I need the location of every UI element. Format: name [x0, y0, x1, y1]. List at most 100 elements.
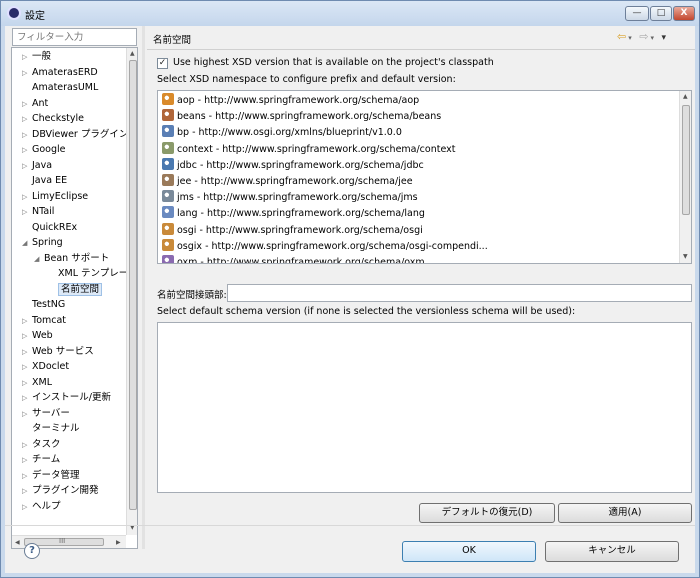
sidebar-item[interactable]: ▷ Ant	[22, 96, 48, 111]
sidebar-item[interactable]: ▷ 一般	[22, 49, 51, 64]
expand-arrow-icon[interactable]: ▷	[22, 159, 32, 174]
sidebar-item[interactable]: ▷ Web サービス	[22, 344, 94, 359]
minimize-button[interactable]: —	[625, 6, 649, 21]
sidebar-item[interactable]: ターミナル	[22, 421, 80, 436]
scroll-down-arrow-icon[interactable]: ▼	[683, 253, 688, 260]
expand-arrow-icon[interactable]: ▷	[22, 112, 32, 127]
sidebar-item[interactable]: ▷ インストール/更新	[22, 390, 111, 405]
apply-button[interactable]: 適用(A)	[558, 503, 692, 523]
sidebar-item[interactable]: ▷ LimyEclipse	[22, 189, 88, 204]
scroll-left-arrow-icon[interactable]: ◀	[15, 539, 20, 546]
expand-arrow-icon[interactable]: ▷	[22, 97, 32, 112]
namespace-item[interactable]: aop - http://www.springframework.org/sch…	[162, 93, 419, 108]
expand-arrow-icon[interactable]: ▷	[22, 205, 32, 220]
sidebar-item[interactable]: ▷ XDoclet	[22, 359, 69, 374]
namespace-item[interactable]: context - http://www.springframework.org…	[162, 141, 456, 157]
namespace-item[interactable]: osgix - http://www.springframework.org/s…	[162, 238, 488, 254]
schema-version-list[interactable]	[157, 322, 692, 493]
expand-arrow-icon[interactable]: ▷	[22, 484, 32, 499]
expand-arrow-icon[interactable]: ▷	[22, 376, 32, 391]
sidebar-item[interactable]: ▷ プラグイン開発	[22, 483, 99, 498]
sidebar-item[interactable]: ▷ NTail	[22, 204, 54, 219]
sidebar-item[interactable]: ▷ Tomcat	[22, 313, 66, 328]
sidebar-item[interactable]: ▷ チーム	[22, 452, 60, 467]
help-icon[interactable]: ?	[24, 543, 40, 559]
expand-arrow-icon[interactable]: ▷	[22, 143, 32, 158]
expand-arrow-icon[interactable]: ▷	[22, 407, 32, 422]
sidebar-item[interactable]: ▷ Google	[22, 142, 66, 157]
namespace-list-scrollbar[interactable]: ▲ ▼	[679, 91, 691, 263]
collapse-arrow-icon[interactable]: ◢	[22, 236, 32, 251]
namespace-item[interactable]: bp - http://www.osgi.org/xmlns/blueprint…	[162, 125, 402, 140]
sidebar-item[interactable]: QuickREx	[22, 220, 77, 235]
sidebar-item[interactable]: ▷ AmaterasERD	[22, 65, 98, 80]
expand-arrow-icon[interactable]: ▷	[22, 453, 32, 468]
expand-arrow-icon[interactable]: ▷	[22, 190, 32, 205]
expand-arrow-icon[interactable]: ▷	[22, 360, 32, 375]
sidebar-item[interactable]: ▷ ヘルプ	[22, 499, 61, 514]
sidebar-item[interactable]: ▷ サーバー	[22, 406, 70, 421]
collapse-arrow-icon[interactable]: ◢	[34, 252, 44, 267]
scroll-right-arrow-icon[interactable]: ▶	[116, 539, 121, 546]
sidebar-item[interactable]: ▷ Checkstyle	[22, 111, 84, 126]
expand-arrow-icon[interactable]: ▷	[22, 469, 32, 484]
expand-arrow-icon[interactable]: ▷	[22, 50, 32, 65]
forward-arrow-icon[interactable]: ⇨	[639, 30, 650, 43]
sidebar-item[interactable]: 名前空間	[48, 282, 103, 297]
back-arrow-icon[interactable]: ⇦	[617, 30, 628, 43]
sidebar-item-label: Checkstyle	[32, 113, 85, 124]
expand-arrow-icon[interactable]: ▷	[22, 128, 32, 143]
expand-arrow-icon[interactable]: ▷	[22, 345, 32, 360]
ok-button[interactable]: OK	[402, 541, 536, 562]
close-button[interactable]: X	[673, 6, 695, 21]
expand-arrow-icon[interactable]: ▷	[22, 391, 32, 406]
namespace-scroll-thumb[interactable]	[682, 105, 690, 215]
sidebar-item[interactable]: ▷ タスク	[22, 437, 61, 452]
namespace-icon	[162, 238, 174, 251]
sidebar-item-label: XDoclet	[32, 361, 70, 372]
namespace-icon	[162, 206, 174, 219]
scroll-up-arrow-icon[interactable]: ▲	[130, 50, 135, 57]
cancel-button[interactable]: キャンセル	[545, 541, 679, 562]
sidebar-item[interactable]: AmaterasUML	[22, 80, 98, 95]
forward-menu-icon[interactable]: ▾	[650, 34, 656, 42]
expand-arrow-icon[interactable]: ▷	[22, 314, 32, 329]
namespace-icon	[162, 141, 174, 154]
sidebar-item-label: Spring	[32, 237, 63, 248]
sidebar-item[interactable]: ▷ データ管理	[22, 468, 80, 483]
back-menu-icon[interactable]: ▾	[628, 34, 634, 42]
sidebar-item[interactable]: ▷ Java	[22, 158, 52, 173]
tree-scroll-thumb[interactable]	[129, 60, 137, 510]
scroll-up-arrow-icon[interactable]: ▲	[683, 93, 688, 100]
sidebar-item[interactable]: ▷ DBViewer プラグイン	[22, 127, 128, 142]
namespace-icon	[162, 190, 174, 203]
expand-arrow-icon[interactable]: ▷	[22, 329, 32, 344]
expand-arrow-icon[interactable]: ▷	[22, 438, 32, 453]
filter-input[interactable]	[12, 28, 137, 46]
namespace-item[interactable]: osgi - http://www.springframework.org/sc…	[162, 222, 423, 238]
sidebar-item[interactable]: Java EE	[22, 173, 67, 188]
namespace-item[interactable]: oxm - http://www.springframework.org/sch…	[162, 255, 425, 263]
namespace-item[interactable]: jdbc - http://www.springframework.org/sc…	[162, 157, 424, 173]
view-menu-icon[interactable]: ▾	[661, 33, 668, 43]
highest-xsd-checkbox[interactable]: ✓	[157, 58, 168, 69]
pane-divider[interactable]	[142, 26, 145, 549]
namespace-item[interactable]: jms - http://www.springframework.org/sch…	[162, 190, 418, 205]
namespace-item[interactable]: jee - http://www.springframework.org/sch…	[162, 174, 413, 189]
sidebar-item[interactable]: ◢ Bean サポート	[34, 251, 109, 266]
sidebar-item[interactable]: ▷ Web	[22, 328, 53, 343]
maximize-button[interactable]: □	[650, 6, 672, 21]
tree-vertical-scrollbar[interactable]: ▲ ▼	[126, 48, 137, 535]
namespace-item[interactable]: beans - http://www.springframework.org/s…	[162, 109, 441, 124]
title-bar[interactable]: 設定 — □ X	[1, 1, 699, 26]
namespace-icon	[162, 157, 174, 170]
sidebar-item[interactable]: ◢ Spring	[22, 235, 63, 250]
expand-arrow-icon[interactable]: ▷	[22, 500, 32, 515]
sidebar-item[interactable]: TestNG	[22, 297, 65, 312]
namespace-item[interactable]: lang - http://www.springframework.org/sc…	[162, 206, 425, 221]
prefix-input[interactable]	[227, 284, 692, 302]
expand-arrow-icon[interactable]: ▷	[22, 66, 32, 81]
sidebar-item[interactable]: ▷ XML	[22, 375, 52, 390]
restore-defaults-button[interactable]: デフォルトの復元(D)	[419, 503, 555, 523]
sidebar-item[interactable]: XML テンプレー	[48, 266, 128, 281]
